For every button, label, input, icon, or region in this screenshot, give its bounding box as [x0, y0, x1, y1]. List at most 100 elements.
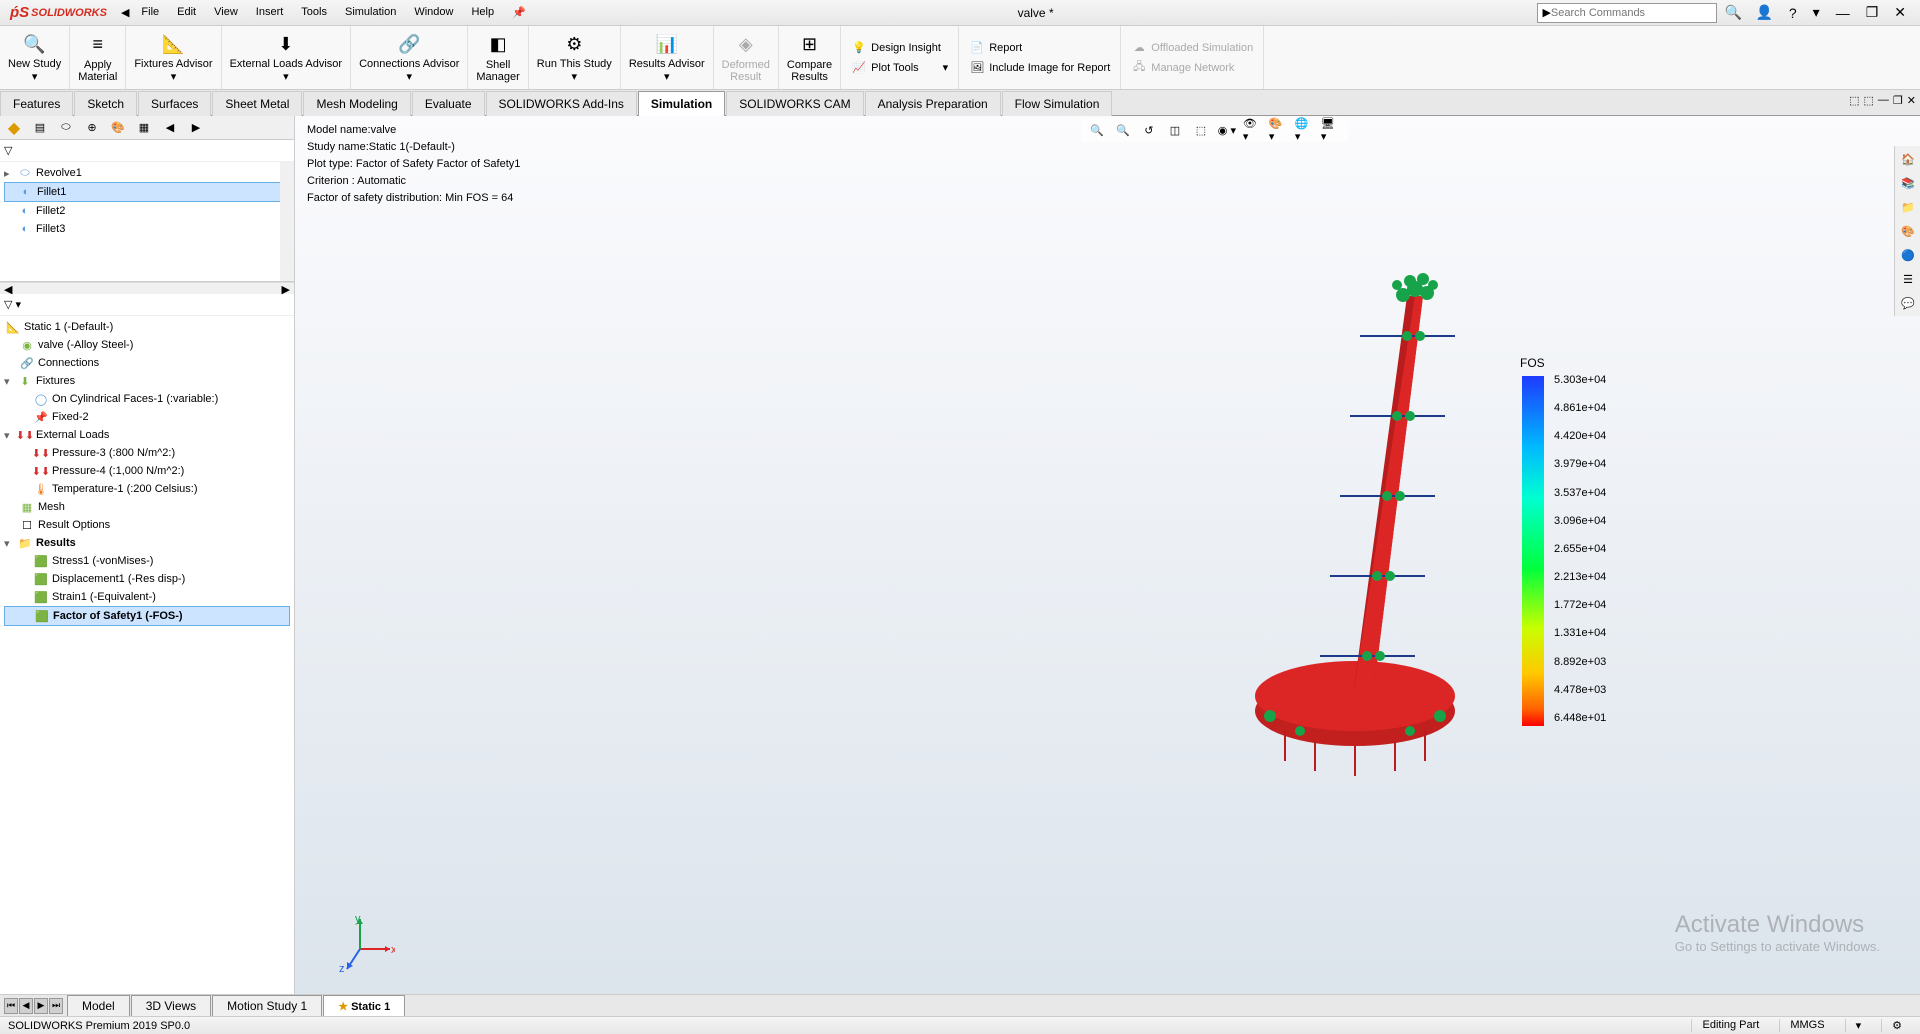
tab-surfaces[interactable]: Surfaces [138, 91, 211, 116]
display-manager-tab-icon[interactable]: 🎨 [108, 118, 128, 138]
file-explorer-icon[interactable]: 📁 [1897, 196, 1919, 218]
dropdown-arrow-icon[interactable]: ▾ [572, 70, 578, 83]
external-loads-advisor-button[interactable]: ⬇ External Loads Advisor ▾ [222, 26, 352, 89]
tree-collapse-icon[interactable]: ▾ [4, 375, 16, 388]
restore-button[interactable]: ❐ [1860, 2, 1885, 23]
tree-item-result-plot[interactable]: 🟩 Stress1 (-vonMises-) [4, 552, 290, 570]
tab-nav-prev[interactable]: ◀ [19, 998, 33, 1014]
tree-item-result-options[interactable]: ☐ Result Options [4, 516, 290, 534]
tab-simulation[interactable]: Simulation [638, 91, 725, 116]
tree-item-revolve[interactable]: ▸ ⬭ Revolve1 [4, 164, 290, 182]
compare-results-button[interactable]: ⊞ CompareResults [779, 26, 841, 89]
plot-tools-button[interactable]: 📈 Plot Tools ▾ [847, 59, 952, 77]
menu-window[interactable]: Window [406, 2, 461, 23]
tab-nav-last[interactable]: ⏭ [49, 998, 63, 1014]
bottom-tab-model[interactable]: Model [67, 995, 130, 1016]
back-icon[interactable]: ◀ [117, 6, 133, 19]
tab-sketch[interactable]: Sketch [74, 91, 137, 116]
menu-insert[interactable]: Insert [248, 2, 292, 23]
menu-file[interactable]: File [133, 2, 167, 23]
user-icon[interactable]: 👤 [1749, 2, 1778, 23]
view-orientation-icon[interactable]: ⬚ [1191, 120, 1211, 140]
appearance-tab-icon[interactable]: 🔵 [1897, 244, 1919, 266]
tree-item-results[interactable]: ▾ 📁 Results [4, 534, 290, 552]
tab-nav-next[interactable]: ▶ [34, 998, 48, 1014]
menu-view[interactable]: View [206, 2, 246, 23]
close-doc-icon[interactable]: ✕ [1907, 94, 1916, 107]
menu-tools[interactable]: Tools [293, 2, 335, 23]
zoom-fit-icon[interactable]: 🔍 [1087, 120, 1107, 140]
tree-item-fillet[interactable]: ◐ Fillet1 [4, 182, 290, 202]
section-view-icon[interactable]: ◫ [1165, 120, 1185, 140]
new-study-button[interactable]: 🔍 New Study ▾ [0, 26, 70, 89]
dropdown-arrow-icon[interactable]: ▾ [32, 70, 38, 83]
tab-mesh-modeling[interactable]: Mesh Modeling [303, 91, 410, 116]
cam-tab-icon[interactable]: ▦ [134, 118, 154, 138]
config-manager-tab-icon[interactable]: ⬭ [56, 118, 76, 138]
menu-pin-icon[interactable]: 📌 [504, 2, 534, 23]
custom-props-icon[interactable]: ☰ [1897, 268, 1919, 290]
horizontal-scrollbar[interactable]: ◀▶ [0, 282, 294, 294]
apply-material-button[interactable]: ≡ ApplyMaterial [70, 26, 126, 89]
tree-expand-icon[interactable]: ▸ [4, 167, 16, 180]
close-button[interactable]: ✕ [1888, 2, 1912, 23]
search-input[interactable] [1551, 7, 1713, 19]
tree-item-load[interactable]: ⬇⬇ Pressure-4 (:1,000 N/m^2:) [4, 462, 290, 480]
scene-icon[interactable]: 🌐 ▾ [1295, 120, 1315, 140]
prev-view-icon[interactable]: ↺ [1139, 120, 1159, 140]
tab-flow-sim[interactable]: Flow Simulation [1002, 91, 1113, 116]
help-icon[interactable]: ? [1783, 3, 1803, 23]
collapse-panel-icon[interactable]: ⬚ [1864, 94, 1874, 107]
tree-collapse-icon[interactable]: ▾ [4, 429, 16, 442]
panel-nav-left-icon[interactable]: ◀ [160, 118, 180, 138]
run-study-button[interactable]: ⚙ Run This Study ▾ [529, 26, 621, 89]
tree-item-fixture[interactable]: 📌 Fixed-2 [4, 408, 290, 426]
home-tab-icon[interactable]: 🏠 [1897, 148, 1919, 170]
bottom-tab-static1[interactable]: ★Static 1 [323, 995, 405, 1016]
status-units[interactable]: MMGS [1779, 1019, 1834, 1032]
report-button[interactable]: 📄 Report [965, 39, 1114, 57]
include-image-button[interactable]: 🖼 Include Image for Report [965, 59, 1114, 77]
search-expand-icon[interactable]: ▶ [1542, 6, 1550, 19]
tab-features[interactable]: Features [0, 91, 73, 116]
feature-manager-tab-icon[interactable]: ◆ [4, 118, 24, 138]
tree-item-result-plot[interactable]: 🟩 Displacement1 (-Res disp-) [4, 570, 290, 588]
status-rebuild-icon[interactable]: ⚙ [1881, 1019, 1912, 1032]
menu-help[interactable]: Help [463, 2, 502, 23]
design-library-icon[interactable]: 📚 [1897, 172, 1919, 194]
design-insight-button[interactable]: 💡 Design Insight [847, 39, 952, 57]
tab-cam[interactable]: SOLIDWORKS CAM [726, 91, 863, 116]
tab-nav-first[interactable]: ⏮ [4, 998, 18, 1014]
search-icon[interactable]: 🔍 [1721, 4, 1745, 21]
display-style-icon[interactable]: ◉ ▾ [1217, 120, 1237, 140]
filter-icon[interactable]: ▽ ▾ [4, 298, 21, 311]
tree-item-load[interactable]: 🌡 Temperature-1 (:200 Celsius:) [4, 480, 290, 498]
tab-analysis-prep[interactable]: Analysis Preparation [865, 91, 1001, 116]
status-dropdown-icon[interactable]: ▾ [1845, 1019, 1872, 1032]
search-commands-box[interactable]: ▶ [1537, 3, 1717, 23]
tree-item-fixtures[interactable]: ▾ ⬇ Fixtures [4, 372, 290, 390]
expand-panel-icon[interactable]: ⬚ [1849, 94, 1859, 107]
dropdown-arrow-icon[interactable]: ▾ [171, 70, 177, 83]
color-legend[interactable]: FOS 5.303e+04 [1550, 356, 1750, 382]
panel-nav-right-icon[interactable]: ▶ [186, 118, 206, 138]
tree-item-part[interactable]: ◉ valve (-Alloy Steel-) [4, 336, 290, 354]
dropdown-arrow-icon[interactable]: ▾ [283, 70, 289, 83]
tree-item-mesh[interactable]: ▦ Mesh [4, 498, 290, 516]
dimxpert-tab-icon[interactable]: ⊕ [82, 118, 102, 138]
hide-show-icon[interactable]: 👁 ▾ [1243, 120, 1263, 140]
minimize-button[interactable]: — [1830, 3, 1856, 23]
vertical-scrollbar[interactable] [280, 162, 294, 281]
forum-icon[interactable]: 💬 [1897, 292, 1919, 314]
tab-evaluate[interactable]: Evaluate [412, 91, 485, 116]
bottom-tab-3d-views[interactable]: 3D Views [131, 995, 211, 1016]
fixtures-advisor-button[interactable]: 📐 Fixtures Advisor ▾ [126, 26, 221, 89]
tab-sheet-metal[interactable]: Sheet Metal [212, 91, 302, 116]
view-palette-icon[interactable]: 🎨 [1897, 220, 1919, 242]
dropdown-arrow-icon[interactable]: ▾ [943, 61, 949, 74]
results-advisor-button[interactable]: 📊 Results Advisor ▾ [621, 26, 714, 89]
tree-item-fixture[interactable]: ◯ On Cylindrical Faces-1 (:variable:) [4, 390, 290, 408]
shell-manager-button[interactable]: ◧ ShellManager [468, 26, 528, 89]
tree-item-fillet[interactable]: ◐ Fillet2 [4, 202, 290, 220]
graphics-viewport[interactable]: 🔍 🔍 ↺ ◫ ⬚ ◉ ▾ 👁 ▾ 🎨 ▾ 🌐 ▾ 🖥 ▾ Model name… [295, 116, 1920, 994]
